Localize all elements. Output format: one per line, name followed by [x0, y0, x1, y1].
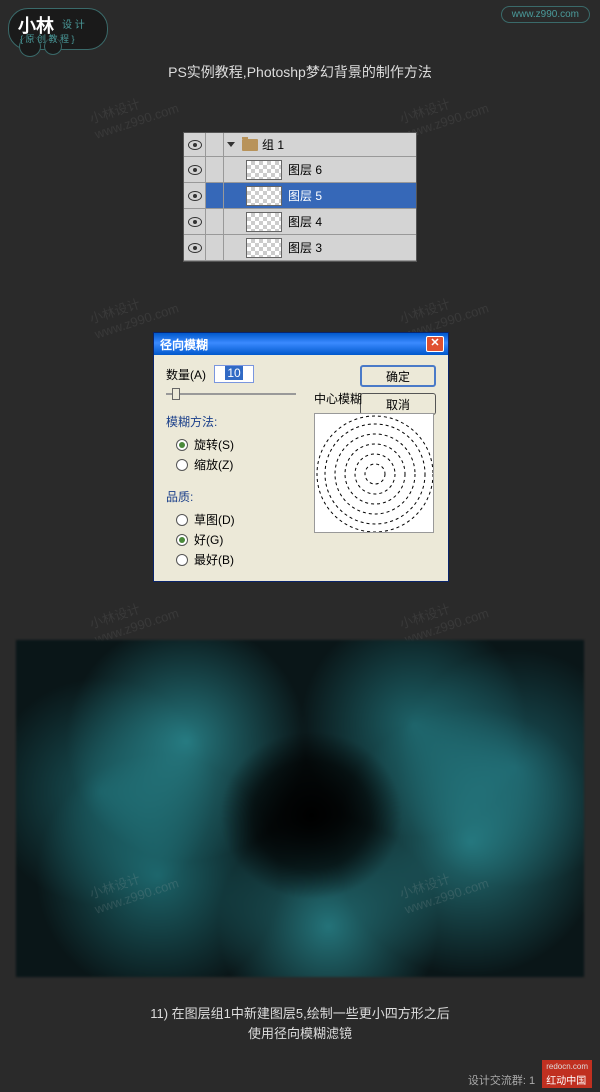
visibility-toggle[interactable] [184, 183, 206, 208]
logo-sub-text: 设 计 [62, 16, 85, 31]
layer-row[interactable]: 图层 6 [184, 157, 416, 183]
preview-label: 中心模糊 [314, 390, 438, 407]
folder-icon [242, 139, 258, 151]
logo-bottom-text: { 原 创 教 程 } [20, 32, 75, 45]
link-cell[interactable] [206, 157, 224, 182]
radio-icon [176, 554, 188, 566]
layer-thumbnail [246, 160, 282, 180]
link-cell[interactable] [206, 133, 224, 156]
radio-label: 缩放(Z) [194, 456, 233, 473]
watermark: 小林设计www.z990.com [87, 587, 181, 646]
eye-icon [188, 140, 202, 150]
radio-label: 好(G) [194, 531, 223, 548]
layer-group-row[interactable]: 组 1 [184, 133, 416, 157]
blur-center-preview: 中心模糊 [314, 390, 438, 533]
eye-icon [188, 165, 202, 175]
radio-good[interactable]: 好(G) [176, 531, 350, 548]
layer-thumbnail [246, 212, 282, 232]
layer-row[interactable]: 图层 4 [184, 209, 416, 235]
page-title: PS实例教程,Photoshp梦幻背景的制作方法 [0, 62, 600, 82]
layer-thumbnail [246, 186, 282, 206]
eye-icon [188, 191, 202, 201]
radio-icon [176, 459, 188, 471]
layers-panel: 组 1 图层 6 图层 5 图层 4 图层 3 [183, 132, 417, 262]
dialog-titlebar[interactable]: 径向模糊 ✕ [154, 333, 448, 355]
watermark: 小林设计www.z990.com [87, 82, 181, 141]
visibility-toggle[interactable] [184, 235, 206, 260]
radio-label: 最好(B) [194, 551, 234, 568]
amount-label: 数量(A) [166, 366, 206, 383]
layer-name: 图层 6 [288, 161, 322, 178]
caption-line-1: 11) 在图层组1中新建图层5,绘制一些更小四方形之后 [0, 1004, 600, 1024]
slider-thumb[interactable] [172, 388, 180, 400]
link-cell[interactable] [206, 209, 224, 234]
visibility-toggle[interactable] [184, 157, 206, 182]
layer-thumbnail [246, 238, 282, 258]
layer-row[interactable]: 图层 3 [184, 235, 416, 261]
layer-name: 图层 5 [288, 187, 322, 204]
preview-box[interactable] [314, 413, 434, 533]
spin-preview-icon [315, 414, 434, 533]
watermark: 小林设计www.z990.com [397, 587, 491, 646]
link-cell[interactable] [206, 183, 224, 208]
layer-row-selected[interactable]: 图层 5 [184, 183, 416, 209]
layer-name: 图层 4 [288, 213, 322, 230]
eye-icon [188, 217, 202, 227]
visibility-toggle[interactable] [184, 209, 206, 234]
layer-name: 图层 3 [288, 239, 322, 256]
close-button[interactable]: ✕ [426, 336, 444, 352]
amount-slider[interactable] [166, 387, 296, 401]
result-preview-image [16, 640, 584, 977]
link-cell[interactable] [206, 235, 224, 260]
footer-text: 设计交流群: 1 [468, 1075, 535, 1087]
caption-line-2: 使用径向模糊滤镜 [0, 1024, 600, 1044]
radio-best[interactable]: 最好(B) [176, 551, 350, 568]
logo-area: 小林 设 计 { 原 创 教 程 } [0, 0, 120, 60]
amount-input[interactable]: 10 [214, 365, 254, 383]
url-badge: www.z990.com [501, 6, 590, 23]
footer-badge: redocn.com 红动中国 [542, 1060, 592, 1088]
triangle-down-icon [227, 142, 235, 147]
footer: 设计交流群: 1 redocn.com 红动中国 [468, 1060, 592, 1088]
dialog-title: 径向模糊 [158, 336, 426, 353]
radio-icon [176, 534, 188, 546]
step-caption: 11) 在图层组1中新建图层5,绘制一些更小四方形之后 使用径向模糊滤镜 [0, 1004, 600, 1043]
radio-icon [176, 439, 188, 451]
visibility-toggle[interactable] [184, 133, 206, 156]
close-icon: ✕ [430, 337, 439, 349]
ok-button[interactable]: 确定 [360, 365, 436, 387]
group-name: 组 1 [262, 136, 284, 153]
expand-toggle[interactable] [224, 142, 238, 147]
radio-label: 草图(D) [194, 511, 235, 528]
slider-track [166, 393, 296, 395]
radio-label: 旋转(S) [194, 436, 234, 453]
eye-icon [188, 243, 202, 253]
radio-icon [176, 514, 188, 526]
